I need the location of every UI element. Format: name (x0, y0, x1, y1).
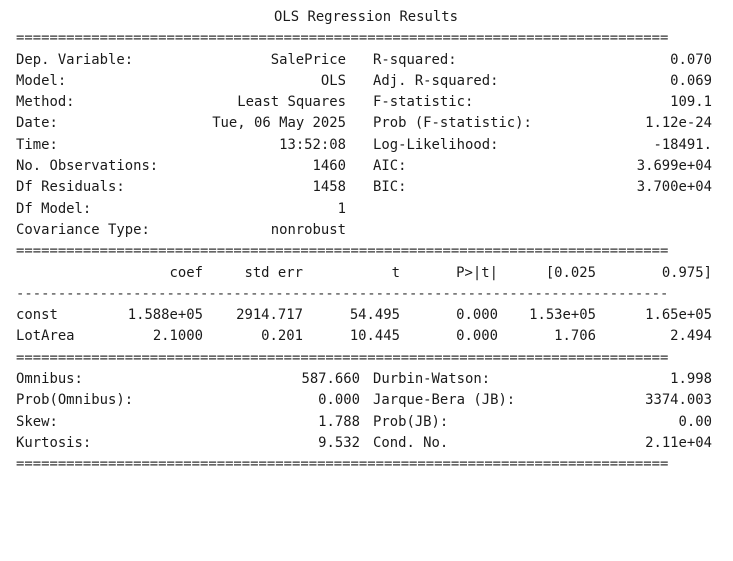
diagnostic-label: Skew: (16, 413, 58, 430)
summary-value: Tue, 06 May 2025 (212, 115, 346, 132)
column-header: t (391, 264, 400, 281)
diagnostic-value: 9.532 (318, 434, 360, 451)
summary-row: Date: Tue, 06 May 2025 Prob (F-statistic… (16, 113, 716, 134)
summary-row: No. Observations: 1460 AIC: 3.699e+04 (16, 156, 716, 177)
summary-label: Df Residuals: (16, 179, 125, 196)
summary-label: AIC: (373, 158, 407, 175)
coef-cell: 10.445 (349, 328, 400, 345)
summary-row: Time: 13:52:08 Log-Likelihood: -18491. (16, 135, 716, 156)
column-header: 0.975] (661, 264, 712, 281)
summary-value: OLS (320, 72, 346, 89)
summary-label: Df Model: (16, 200, 92, 217)
coef-cell: 0.000 (456, 307, 498, 324)
summary-label: BIC: (373, 179, 407, 196)
single-rule: ----------------------------------------… (16, 285, 669, 302)
summary-value: 109.1 (670, 94, 712, 111)
column-header: P>|t| (456, 264, 498, 281)
diagnostic-label: Durbin-Watson: (373, 371, 491, 388)
double-rule: ========================================… (16, 243, 669, 260)
diagnostic-value: 0.00 (678, 413, 712, 430)
diagnostic-label: Prob(Omnibus): (16, 392, 134, 409)
summary-value: 3.700e+04 (636, 179, 712, 196)
summary-label: Dep. Variable: (16, 51, 134, 68)
summary-value: -18491. (653, 136, 712, 153)
summary-label: R-squared: (373, 51, 457, 68)
summary-label: Adj. R-squared: (373, 72, 499, 89)
summary-value: 1460 (312, 158, 346, 175)
diagnostic-label: Jarque-Bera (JB): (373, 392, 516, 409)
summary-row: Covariance Type: nonrobust (16, 220, 716, 241)
report-title: OLS Regression Results (274, 9, 458, 25)
summary-value: nonrobust (270, 221, 346, 238)
table-row: const 1.588e+05 2914.717 54.495 0.000 1.… (16, 305, 716, 326)
diagnostic-value: 1.998 (670, 371, 712, 388)
variable-name: const (16, 307, 58, 324)
diagnostic-label: Prob(JB): (373, 413, 449, 430)
summary-row: Model: OLS Adj. R-squared: 0.069 (16, 71, 716, 92)
summary-value: Least Squares (237, 94, 346, 111)
summary-value: 0.069 (670, 72, 712, 89)
coef-cell: 1.53e+05 (529, 307, 596, 324)
column-header: std err (244, 264, 303, 281)
coef-cell: 2.1000 (152, 328, 203, 345)
summary-row: Method: Least Squares F-statistic: 109.1 (16, 92, 716, 113)
diagnostic-value: 1.788 (318, 413, 360, 430)
variable-name: LotArea (16, 328, 75, 345)
summary-value: 0.070 (670, 51, 712, 68)
diagnostic-row: Omnibus: 587.660 Durbin-Watson: 1.998 (16, 369, 716, 390)
summary-label: Prob (F-statistic): (373, 115, 532, 132)
summary-row: Dep. Variable: SalePrice R-squared: 0.07… (16, 50, 716, 71)
diagnostic-label: Omnibus: (16, 371, 83, 388)
diagnostic-value: 3374.003 (645, 392, 712, 409)
diagnostic-label: Cond. No. (373, 434, 449, 451)
coef-cell: 54.495 (349, 307, 400, 324)
summary-label: Log-Likelihood: (373, 136, 499, 153)
double-rule: ========================================… (16, 456, 669, 473)
summary-value: 13:52:08 (279, 136, 346, 153)
double-rule: ========================================… (16, 349, 669, 366)
summary-label: Date: (16, 115, 58, 132)
summary-label: Model: (16, 72, 67, 89)
regression-summary: OLS Regression Results =================… (16, 7, 716, 476)
model-summary-section: Dep. Variable: SalePrice R-squared: 0.07… (16, 50, 716, 242)
diagnostic-value: 2.11e+04 (645, 434, 712, 451)
summary-label: F-statistic: (373, 94, 474, 111)
coef-cell: 1.588e+05 (127, 307, 203, 324)
summary-row: Df Residuals: 1458 BIC: 3.700e+04 (16, 177, 716, 198)
diagnostic-row: Kurtosis: 9.532 Cond. No. 2.11e+04 (16, 433, 716, 454)
summary-row: Df Model: 1 (16, 199, 716, 220)
coef-cell: 2.494 (670, 328, 712, 345)
double-rule: ========================================… (16, 30, 669, 47)
diagnostic-row: Skew: 1.788 Prob(JB): 0.00 (16, 412, 716, 433)
coef-cell: 1.706 (554, 328, 596, 345)
summary-label: No. Observations: (16, 158, 159, 175)
summary-value: 1.12e-24 (645, 115, 712, 132)
summary-value: 3.699e+04 (636, 158, 712, 175)
diagnostics-section: Omnibus: 587.660 Durbin-Watson: 1.998 Pr… (16, 369, 716, 454)
diagnostic-row: Prob(Omnibus): 0.000 Jarque-Bera (JB): 3… (16, 390, 716, 411)
coef-cell: 2914.717 (236, 307, 303, 324)
summary-value: SalePrice (270, 51, 346, 68)
coef-cell: 1.65e+05 (645, 307, 712, 324)
diagnostic-value: 0.000 (318, 392, 360, 409)
diagnostic-value: 587.660 (301, 371, 360, 388)
summary-label: Covariance Type: (16, 221, 150, 238)
summary-label: Method: (16, 94, 75, 111)
coef-cell: 0.000 (456, 328, 498, 345)
diagnostic-label: Kurtosis: (16, 434, 92, 451)
summary-value: 1 (337, 200, 346, 217)
coef-cell: 0.201 (261, 328, 303, 345)
table-row: LotArea 2.1000 0.201 10.445 0.000 1.706 … (16, 326, 716, 347)
summary-value: 1458 (312, 179, 346, 196)
summary-label: Time: (16, 136, 58, 153)
column-header: coef (169, 264, 203, 281)
coef-table-header: coef std err t P>|t| [0.025 0.975] (16, 263, 716, 284)
column-header: [0.025 (545, 264, 596, 281)
